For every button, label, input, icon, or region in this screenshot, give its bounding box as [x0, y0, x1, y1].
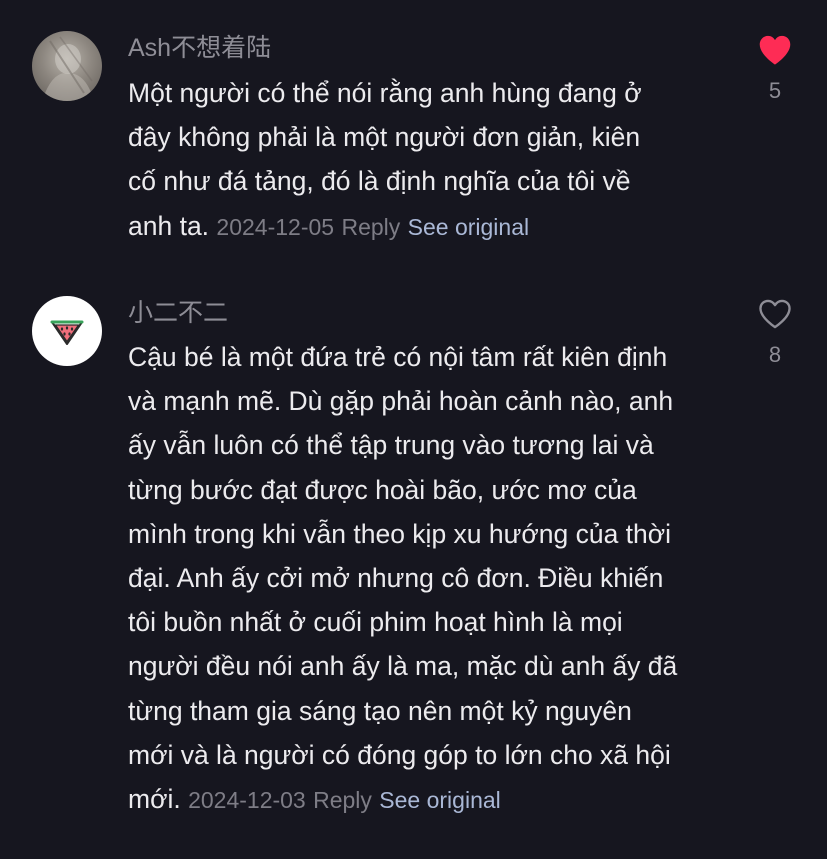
avatar[interactable]	[32, 31, 102, 101]
comment-username[interactable]: Ash不想着陆	[128, 33, 271, 63]
comment-text-line: cố như đá tảng, đó là định nghĩa của tôi…	[128, 166, 631, 197]
photo-avatar-icon	[42, 36, 94, 101]
comment-text-line: từng bước đạt được hoài bão, ước mơ của	[128, 474, 637, 505]
comment-text-line: và mạnh mẽ. Dù gặp phải hoàn cảnh nào, a…	[128, 386, 674, 417]
heart-filled-icon	[759, 35, 791, 65]
comment-text-line: từng tham gia sáng tạo nên một kỷ nguyên	[128, 695, 632, 726]
comment-text-last-line: mới. 2024-12-03 Reply See original	[128, 777, 728, 822]
comment-text-line: đại. Anh ấy cởi mở nhưng cô đơn. Điều kh…	[128, 563, 664, 594]
comment-text-end: mới.	[128, 784, 181, 815]
see-original-link[interactable]: See original	[379, 787, 500, 813]
comment-username[interactable]: 小二不二	[128, 298, 228, 328]
heart-outline-icon	[759, 299, 791, 329]
comment-text-last-line: anh ta. 2024-12-05 Reply See original	[128, 204, 728, 249]
see-original-link[interactable]: See original	[408, 214, 529, 240]
like-count: 8	[768, 342, 782, 367]
reply-button[interactable]: Reply	[313, 787, 372, 813]
watermelon-icon	[50, 320, 84, 345]
comment-text-line: ấy vẫn luôn có thể tập trung vào tương l…	[128, 430, 654, 461]
like-count: 5	[768, 78, 782, 103]
comment-text-line: đây không phải là một người đơn giản, ki…	[128, 122, 641, 153]
avatar[interactable]	[32, 296, 102, 366]
comment-text-line: người đều nói anh ấy là ma, mặc dù anh ấ…	[128, 651, 678, 682]
comment-text-line: tôi buồn nhất ở cuối phim hoạt hình là m…	[128, 607, 623, 638]
comment-date: 2024-12-05	[216, 213, 335, 240]
comment-text-line: Một người có thể nói rằng anh hùng đang …	[128, 78, 642, 108]
like-button[interactable]: 8	[750, 298, 800, 368]
comment-text: Cậu bé là một đứa trẻ có nội tâm rất kiê…	[128, 335, 728, 822]
comment-text-line: Cậu bé là một đứa trẻ có nội tâm rất kiê…	[128, 342, 668, 372]
comment-text-line: mới và là người có đóng góp to lớn cho x…	[128, 739, 671, 770]
comment-text-end: anh ta.	[128, 210, 210, 241]
comment-text-line: mình trong khi vẫn theo kịp xu hướng của…	[128, 518, 672, 549]
like-button[interactable]: 5	[750, 34, 800, 104]
reply-button[interactable]: Reply	[341, 214, 400, 240]
comment-date: 2024-12-03	[188, 787, 306, 814]
comment-text: Một người có thể nói rằng anh hùng đang …	[128, 71, 728, 249]
